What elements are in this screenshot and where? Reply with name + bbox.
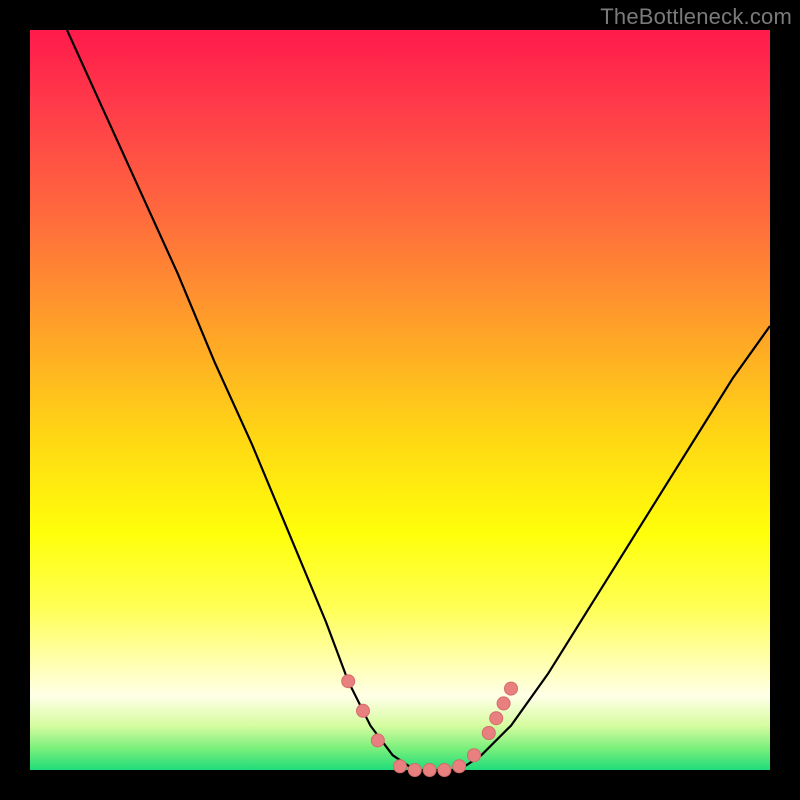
- data-marker: [453, 760, 466, 773]
- marker-group: [342, 675, 518, 777]
- data-marker: [497, 697, 510, 710]
- plot-area: [30, 30, 770, 770]
- data-marker: [505, 682, 518, 695]
- watermark-text: TheBottleneck.com: [600, 4, 792, 30]
- data-marker: [342, 675, 355, 688]
- data-marker: [468, 749, 481, 762]
- data-marker: [371, 734, 384, 747]
- data-marker: [357, 704, 370, 717]
- data-marker: [394, 760, 407, 773]
- data-marker: [490, 712, 503, 725]
- curve-layer: [30, 30, 770, 770]
- data-marker: [482, 727, 495, 740]
- data-marker: [438, 764, 451, 777]
- bottleneck-curve: [67, 30, 770, 770]
- data-marker: [408, 764, 421, 777]
- data-marker: [423, 764, 436, 777]
- chart-frame: TheBottleneck.com: [0, 0, 800, 800]
